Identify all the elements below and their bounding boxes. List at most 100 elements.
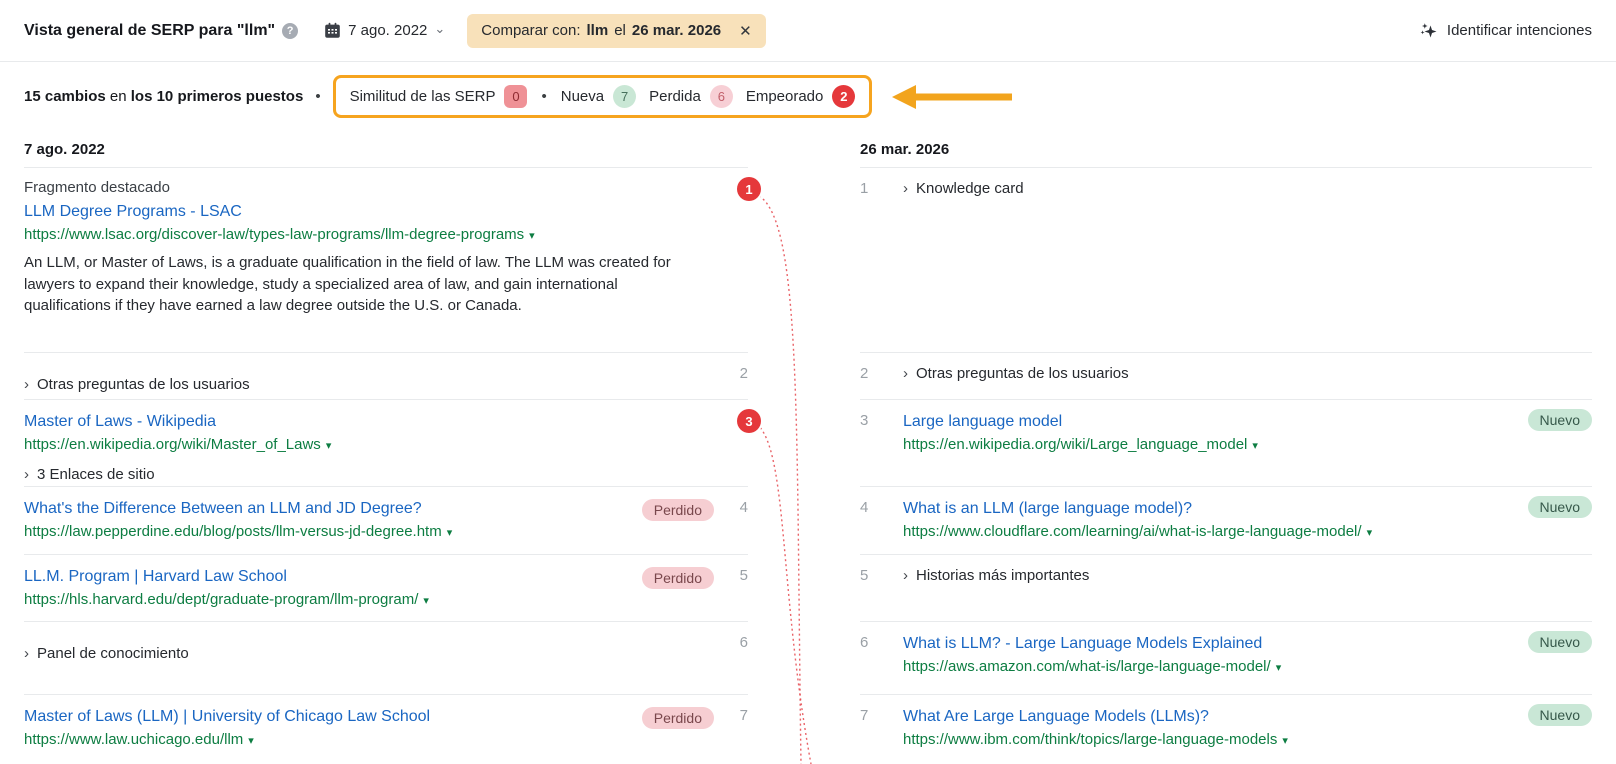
identify-intents-button[interactable]: Identificar intenciones — [1418, 21, 1592, 41]
result-url: https://www.law.uchicago.edu/llm ▾ — [24, 731, 254, 748]
serp-feature-toggle[interactable]: › Knowledge card — [903, 179, 1592, 197]
date-picker[interactable]: 7 ago. 2022 ⌄ — [324, 21, 445, 39]
new-badge: Nuevo — [1527, 496, 1592, 518]
result-url: https://en.wikipedia.org/wiki/Master_of_… — [24, 436, 332, 453]
feature-label: Otras preguntas de los usuarios — [37, 376, 250, 393]
changes-scope: los 10 primeros puestos — [130, 88, 304, 105]
metric-label: Empeorado — [745, 88, 824, 105]
position-number: 5 — [739, 567, 748, 584]
compare-banner: Comparar con: llm el 26 mar. 2026 ✕ — [467, 13, 766, 48]
serp-row-feature: 5 › Historias más importantes — [860, 555, 1592, 622]
result-link[interactable]: Master of Laws (LLM) | University of Chi… — [24, 706, 642, 728]
serp-similarity-badge: 0 — [504, 85, 528, 108]
position-number: 3 — [860, 412, 869, 429]
feature-label: Historias más importantes — [916, 567, 1090, 584]
result-link[interactable]: Master of Laws - Wikipedia — [24, 411, 748, 433]
feature-label: Knowledge card — [916, 180, 1024, 197]
new-badge: Nuevo — [1527, 704, 1592, 726]
expand-chevron-icon: › — [24, 376, 29, 393]
expand-chevron-icon: › — [903, 567, 908, 584]
lost-badge: Perdido — [641, 567, 714, 589]
bullet-separator: • — [541, 88, 547, 105]
result-url: https://www.cloudflare.com/learning/ai/w… — [903, 523, 1373, 540]
serp-row-featured-snippet: Fragmento destacado LLM Degree Programs … — [24, 168, 761, 353]
serp-row-feature: › Otras preguntas de los usuarios 2 — [24, 353, 748, 400]
url-caret-icon[interactable]: ▾ — [1252, 440, 1258, 452]
calendar-icon — [324, 22, 341, 39]
metric-label: Perdida — [649, 88, 701, 105]
help-icon[interactable]: ? — [282, 22, 299, 39]
result-link[interactable]: LL.M. Program | Harvard Law School — [24, 566, 642, 588]
result-url: https://en.wikipedia.org/wiki/Large_lang… — [903, 436, 1258, 453]
lost-badge: Perdido — [641, 707, 714, 729]
lost-count-badge: 6 — [709, 85, 733, 108]
url-caret-icon[interactable]: ▾ — [423, 595, 429, 607]
snippet-type-label: Fragmento destacado — [24, 179, 170, 196]
result-link[interactable]: What is an LLM (large language model)? — [903, 498, 1528, 520]
serp-row-result: What's the Difference Between an LLM and… — [24, 487, 748, 555]
position-number: 2 — [739, 365, 748, 382]
metric-lost: Perdida 6 — [649, 85, 733, 108]
url-caret-icon[interactable]: ▾ — [1282, 735, 1288, 747]
serp-row-result: 3 Large language model https://en.wikipe… — [860, 400, 1592, 487]
compare-keyword: llm — [586, 22, 609, 39]
result-link[interactable]: What is LLM? - Large Language Models Exp… — [903, 633, 1528, 655]
url-caret-icon[interactable]: ▾ — [326, 440, 332, 452]
close-icon[interactable]: ✕ — [739, 22, 752, 40]
url-caret-icon[interactable]: ▾ — [529, 230, 535, 242]
serp-row-result: Master of Laws - Wikipedia https://en.wi… — [24, 400, 761, 487]
serp-row-result: 6 What is LLM? - Large Language Models E… — [860, 622, 1592, 695]
result-url: https://law.pepperdine.edu/blog/posts/ll… — [24, 523, 453, 540]
serp-feature-toggle[interactable]: › Panel de conocimiento — [24, 633, 732, 662]
annotation-arrow-icon — [892, 84, 1014, 110]
position-number: 4 — [860, 499, 869, 516]
worsened-count-badge: 2 — [832, 85, 856, 108]
position-number: 7 — [739, 707, 748, 724]
expand-chevron-icon: › — [903, 180, 908, 197]
moved-position-marker: 1 — [737, 177, 761, 201]
serp-row-feature: 1 › Knowledge card — [860, 168, 1592, 353]
column-gap — [748, 131, 860, 764]
metric-label: Nueva — [560, 88, 605, 105]
sitelinks-label: 3 Enlaces de sitio — [37, 466, 155, 483]
result-url: https://aws.amazon.com/what-is/large-lan… — [903, 658, 1282, 675]
serp-column-after: 26 mar. 2026 1 › Knowledge card 2 › Otra… — [860, 131, 1592, 764]
column-date-after: 26 mar. 2026 — [860, 131, 1592, 168]
expand-chevron-icon: › — [903, 365, 908, 382]
compare-date: 26 mar. 2026 — [631, 22, 722, 39]
url-caret-icon[interactable]: ▾ — [1367, 527, 1373, 539]
result-link[interactable]: What Are Large Language Models (LLMs)? — [903, 706, 1528, 728]
identify-intents-label: Identificar intenciones — [1446, 22, 1592, 39]
lost-badge: Perdido — [641, 499, 714, 521]
serp-row-feature: 2 › Otras preguntas de los usuarios — [860, 353, 1592, 400]
result-url: https://www.ibm.com/think/topics/large-l… — [903, 731, 1288, 748]
url-caret-icon[interactable]: ▾ — [1276, 662, 1282, 674]
serp-feature-toggle[interactable]: › Otras preguntas de los usuarios — [24, 364, 732, 393]
result-link[interactable]: Large language model — [903, 411, 1528, 433]
serp-feature-toggle[interactable]: › Otras preguntas de los usuarios — [903, 364, 1592, 382]
position-number: 2 — [860, 365, 869, 382]
url-caret-icon[interactable]: ▾ — [447, 527, 453, 539]
url-caret-icon[interactable]: ▾ — [248, 735, 254, 747]
serp-row-result: 7 What Are Large Language Models (LLMs)?… — [860, 695, 1592, 764]
position-number: 7 — [860, 707, 869, 724]
expand-chevron-icon: › — [24, 466, 29, 483]
result-link[interactable]: What's the Difference Between an LLM and… — [24, 498, 642, 520]
changes-mid: en — [109, 88, 127, 105]
column-date-before: 7 ago. 2022 — [24, 131, 748, 168]
serp-comparison: 7 ago. 2022 Fragmento destacado LLM Degr… — [0, 131, 1616, 764]
page-title: Vista general de SERP para "llm" — [24, 21, 276, 39]
serp-row-result: Master of Laws (LLM) | University of Chi… — [24, 695, 748, 764]
new-badge: Nuevo — [1527, 631, 1592, 653]
position-number: 6 — [739, 634, 748, 651]
position-number: 4 — [739, 499, 748, 516]
compare-middle: el — [614, 22, 626, 39]
compare-prefix: Comparar con: — [481, 22, 581, 39]
serp-feature-toggle[interactable]: › Historias más importantes — [903, 566, 1592, 584]
changes-summary: 15 cambios en los 10 primeros puestos — [24, 88, 303, 105]
sitelinks-toggle[interactable]: › 3 Enlaces de sitio — [24, 466, 748, 483]
result-link[interactable]: LLM Degree Programs - LSAC — [24, 201, 748, 223]
feature-label: Otras preguntas de los usuarios — [916, 365, 1129, 382]
serp-row-result: 4 What is an LLM (large language model)?… — [860, 487, 1592, 555]
serp-row-result: LL.M. Program | Harvard Law School https… — [24, 555, 748, 622]
